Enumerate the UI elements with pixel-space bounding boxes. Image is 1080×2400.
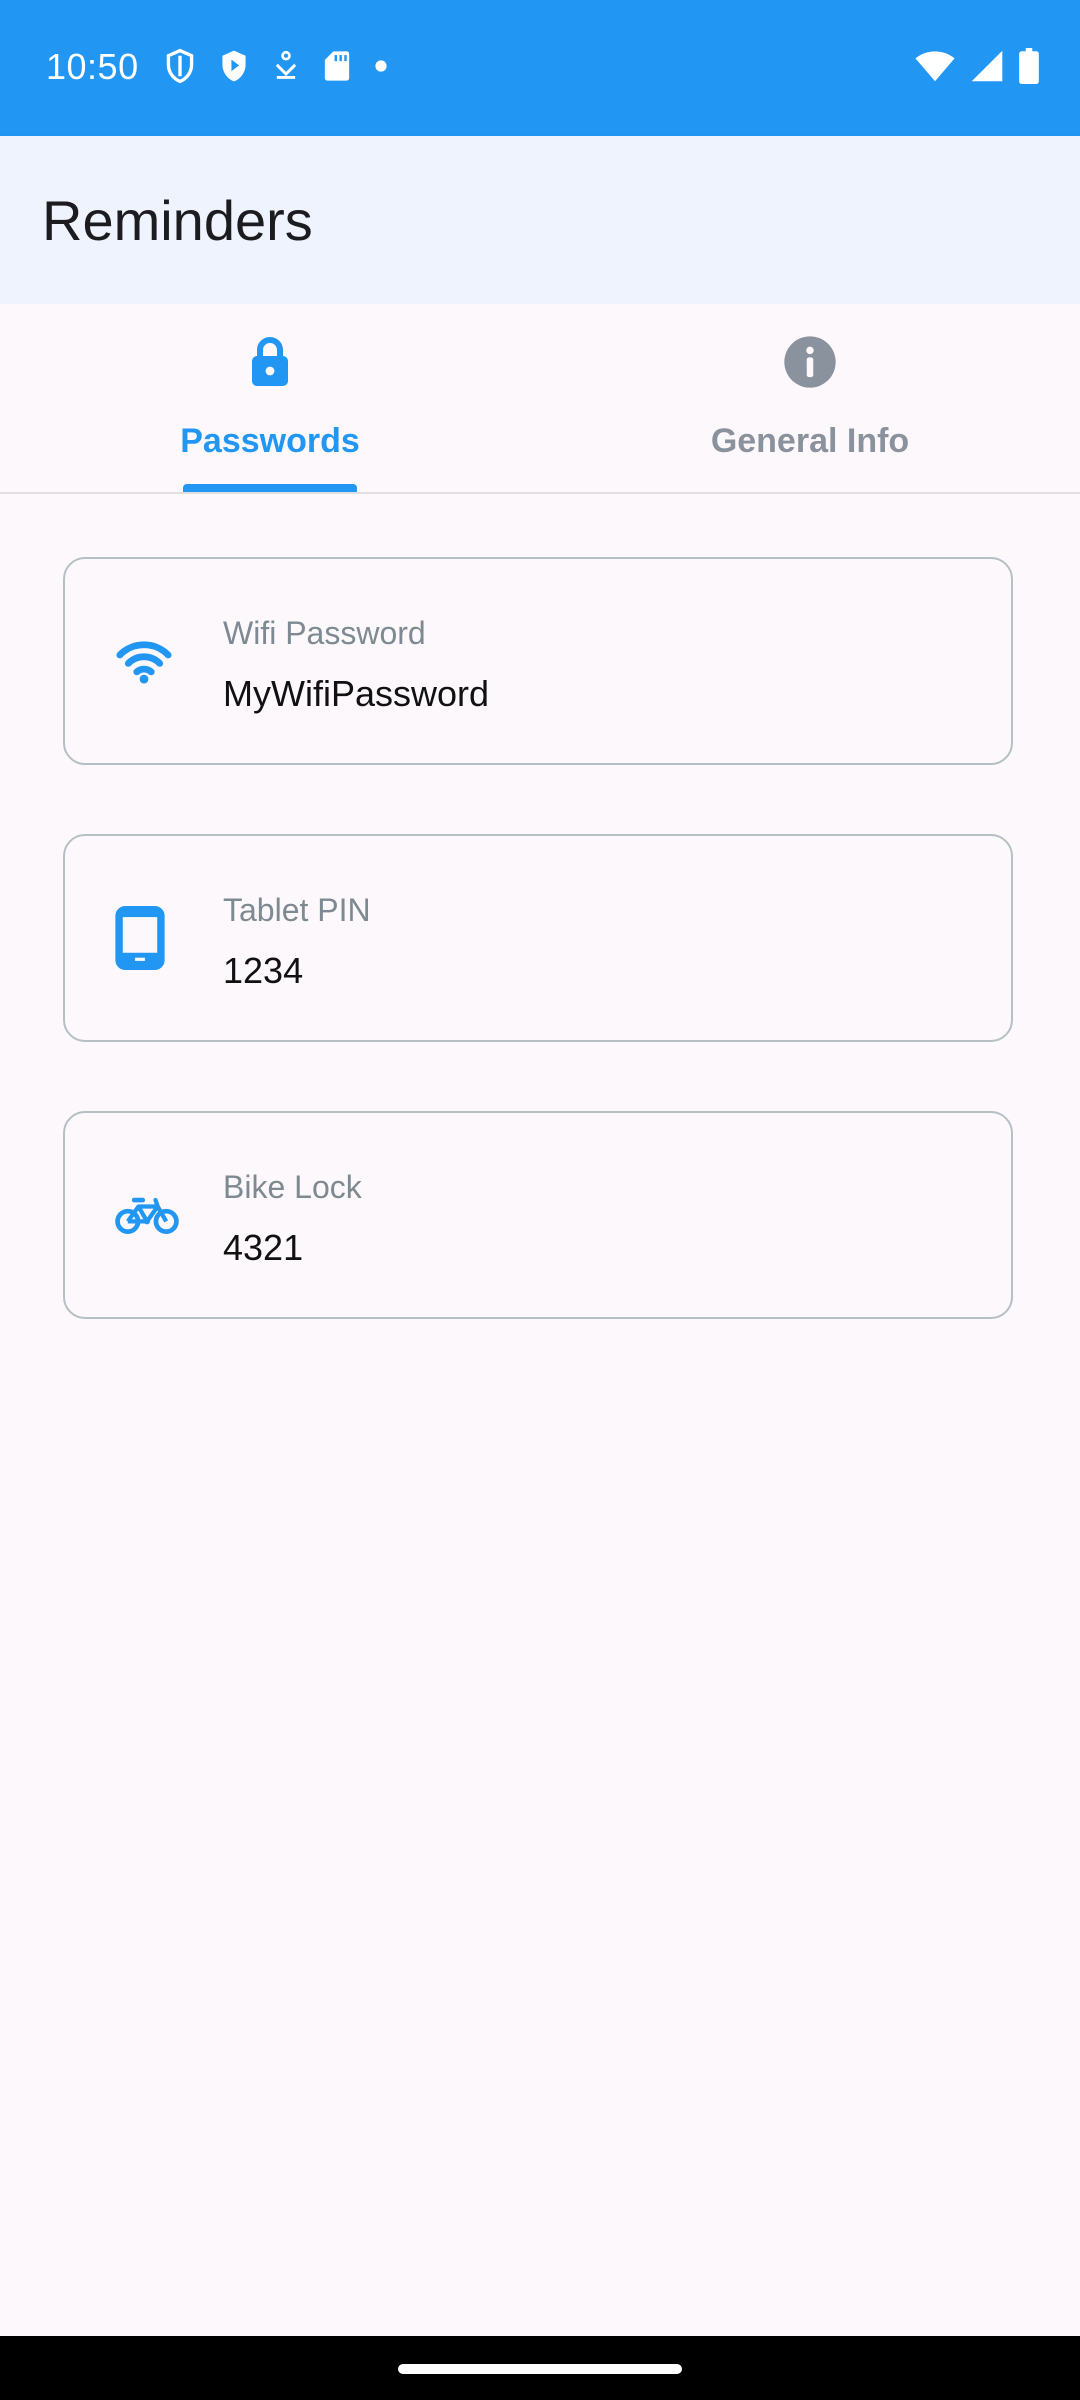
- shield-outline-icon: [166, 48, 194, 84]
- page-title: Reminders: [42, 189, 313, 252]
- dot-icon: [375, 60, 387, 72]
- card-value: 1234: [223, 950, 304, 991]
- cellular-signal-icon: [971, 50, 1003, 82]
- reminder-card-bike[interactable]: Bike Lock 4321: [63, 1111, 1013, 1319]
- shield-play-icon: [222, 50, 246, 82]
- bicycle-icon: [115, 1197, 179, 1234]
- lock-icon: [252, 337, 288, 386]
- card-label: Wifi Password: [223, 615, 426, 651]
- wifi-icon: [116, 641, 172, 684]
- status-notification-icons: [164, 48, 388, 84]
- reminder-card-tablet[interactable]: Tablet PIN 1234: [63, 834, 1013, 1042]
- home-gesture-handle[interactable]: [398, 2364, 682, 2374]
- tab-label-general-info: General Info: [710, 422, 910, 460]
- card-label: Bike Lock: [223, 1169, 362, 1205]
- sd-card-icon: [324, 51, 350, 81]
- download-icon: [275, 50, 297, 79]
- battery-icon: [1019, 48, 1039, 84]
- reminder-card-wifi[interactable]: Wifi Password MyWifiPassword: [63, 557, 1013, 765]
- status-system-icons: [914, 48, 1040, 84]
- tab-passwords[interactable]: Passwords: [0, 304, 540, 492]
- status-time: 10:50: [46, 46, 139, 87]
- card-label: Tablet PIN: [223, 892, 371, 928]
- tab-general-info[interactable]: General Info: [540, 304, 1080, 492]
- card-value: MyWifiPassword: [223, 673, 490, 714]
- tab-active-indicator: [183, 484, 357, 492]
- info-icon: [784, 336, 836, 388]
- wifi-status-icon: [915, 51, 955, 82]
- status-bar: 10:50: [0, 0, 1080, 136]
- system-navigation-bar: [0, 2336, 1080, 2400]
- tab-bar: Passwords General Info: [0, 304, 1080, 494]
- card-value: 4321: [223, 1227, 304, 1268]
- tab-label-passwords: Passwords: [180, 422, 360, 460]
- tablet-icon: [115, 906, 165, 970]
- app-bar: Reminders: [0, 136, 1080, 304]
